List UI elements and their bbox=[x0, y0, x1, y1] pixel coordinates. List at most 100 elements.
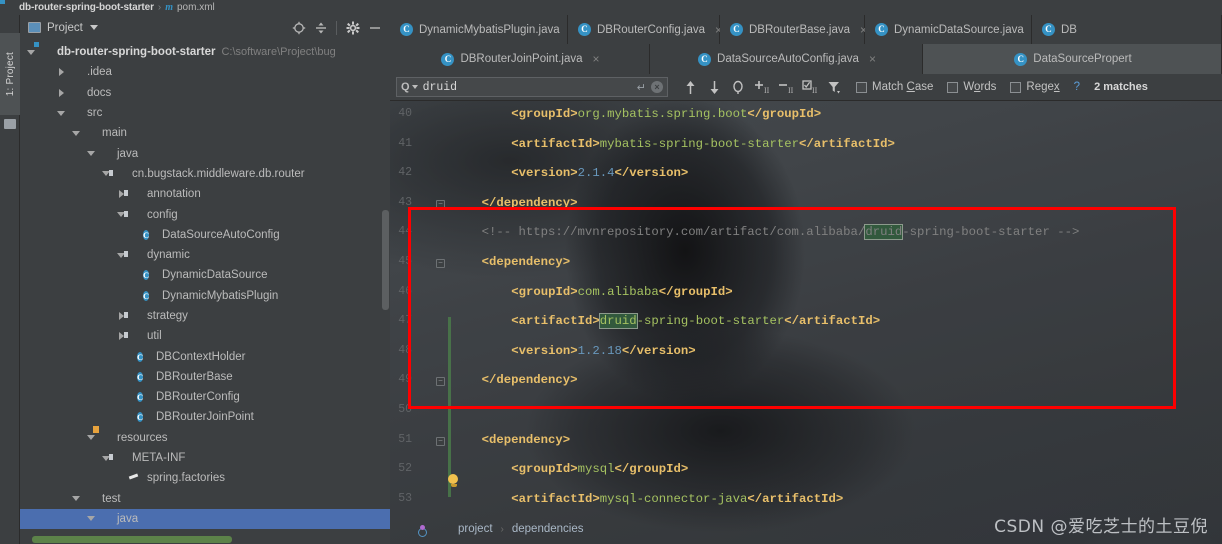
tree-node-java-test[interactable]: java bbox=[20, 508, 390, 530]
tree-node-annotation[interactable]: annotation bbox=[20, 184, 390, 204]
editor-tab-datasourcepropert[interactable]: C DataSourcePropert bbox=[923, 44, 1222, 74]
close-tab-icon[interactable]: × bbox=[869, 52, 876, 66]
hide-panel-icon[interactable] bbox=[365, 18, 384, 37]
folder-icon bbox=[83, 127, 97, 139]
select-all-icon[interactable]: II bbox=[798, 75, 822, 99]
breadcrumb-item-project[interactable]: project bbox=[458, 523, 493, 535]
code-token: <groupId> bbox=[511, 107, 578, 121]
chevron-down-icon[interactable] bbox=[56, 108, 67, 119]
editor-tab-dynamicmybatisplugin-java[interactable]: CDynamicMybatisPlugin.java× bbox=[390, 15, 577, 44]
chevron-down-icon[interactable] bbox=[26, 47, 37, 58]
fold-marker-icon[interactable]: − bbox=[436, 436, 445, 446]
find-previous-icon[interactable] bbox=[678, 75, 702, 99]
checkbox-box[interactable] bbox=[947, 81, 959, 93]
find-bar: Q druid ↵ × II II II Match Case Words Re… bbox=[390, 74, 1222, 101]
tree-node-spring-factories[interactable]: spring.factories bbox=[20, 468, 390, 488]
checkbox-words[interactable]: Words bbox=[947, 81, 996, 93]
fold-marker-icon[interactable]: − bbox=[436, 259, 445, 268]
tree-node-label: java bbox=[117, 512, 139, 525]
code-token: <dependency> bbox=[481, 432, 571, 447]
chevron-down-icon[interactable] bbox=[71, 128, 82, 139]
code-line-40: <groupId>org.mybatis.spring.boot</groupI… bbox=[511, 107, 821, 121]
add-occurrence-icon[interactable]: II bbox=[750, 75, 774, 99]
editor-tab-dynamicdatasource-java[interactable]: CDynamicDataSource.java× bbox=[865, 15, 1041, 44]
clear-search-icon[interactable]: × bbox=[651, 81, 663, 93]
collapse-all-icon[interactable] bbox=[311, 18, 330, 37]
tree-node-test[interactable]: test bbox=[20, 489, 390, 509]
tree-node-datasourceautoconfig[interactable]: C DataSourceAutoConfig bbox=[20, 225, 390, 245]
tree-node-dynamicmybatisplugin[interactable]: C DynamicMybatisPlugin bbox=[20, 286, 390, 306]
filter-icon[interactable] bbox=[822, 75, 846, 99]
tree-node-src[interactable]: src bbox=[20, 103, 390, 123]
checkbox-match-case[interactable]: Match Case bbox=[856, 81, 933, 93]
package-icon bbox=[128, 310, 142, 322]
breadcrumb-item-dependencies[interactable]: dependencies bbox=[512, 523, 584, 535]
search-history-chevron-icon[interactable] bbox=[411, 85, 418, 89]
chevron-down-icon[interactable] bbox=[86, 148, 97, 159]
select-all-occurrences-icon[interactable] bbox=[726, 75, 750, 99]
tree-node-strategy[interactable]: strategy bbox=[20, 306, 390, 326]
tree-node-meta-inf[interactable]: META-INF bbox=[20, 448, 390, 468]
source-folder-icon bbox=[98, 148, 112, 160]
editor-tab-label: DB bbox=[1061, 23, 1077, 36]
tree-node-package-root[interactable]: cn.bugstack.middleware.db.router bbox=[20, 164, 390, 184]
folder-icon bbox=[68, 87, 82, 99]
chevron-down-icon[interactable] bbox=[86, 513, 97, 524]
package-icon bbox=[128, 330, 142, 342]
tree-node-java-main[interactable]: java bbox=[20, 143, 390, 163]
fold-marker-icon[interactable]: − bbox=[436, 199, 445, 209]
line-number: 44 bbox=[398, 225, 412, 239]
editor-tab-datasourceautoconfig-java[interactable]: C DataSourceAutoConfig.java × bbox=[650, 44, 923, 74]
code-line-49: </dependency> bbox=[482, 373, 578, 387]
regex-help-icon[interactable]: ? bbox=[1074, 81, 1080, 93]
chevron-right-icon[interactable] bbox=[56, 87, 67, 98]
search-input[interactable]: Q druid ↵ × bbox=[396, 77, 668, 97]
chevron-down-icon[interactable] bbox=[71, 493, 82, 504]
tree-node-dbrouterjoinpoint[interactable]: C DBRouterJoinPoint bbox=[20, 407, 390, 427]
folder-icon bbox=[83, 493, 97, 505]
tool-window-button-project[interactable]: 1: Project bbox=[0, 33, 20, 115]
code-token: </artifactId> bbox=[784, 314, 881, 329]
locate-icon[interactable] bbox=[289, 18, 308, 37]
checkbox-box[interactable] bbox=[1010, 81, 1022, 93]
project-horizontal-scrollbar[interactable] bbox=[32, 536, 232, 543]
code-line-46: <groupId>com.alibaba</groupId> bbox=[511, 285, 732, 299]
line-number: 41 bbox=[398, 136, 412, 150]
chevron-down-icon[interactable] bbox=[89, 25, 98, 30]
tree-node-docs[interactable]: docs bbox=[20, 83, 390, 103]
chevron-down-icon[interactable] bbox=[86, 432, 97, 443]
structure-icon[interactable] bbox=[4, 119, 16, 129]
editor-tab-dbrouterconfig-java[interactable]: C DBRouterConfig.java × bbox=[568, 15, 722, 44]
fold-marker-icon[interactable]: − bbox=[436, 377, 445, 387]
tree-node-dbcontextholder[interactable]: C DBContextHolder bbox=[20, 346, 390, 366]
tree-node-config[interactable]: config bbox=[20, 204, 390, 224]
checkbox-regex[interactable]: Regex bbox=[1010, 81, 1060, 93]
tree-node-dbrouterbase[interactable]: C DBRouterBase bbox=[20, 367, 390, 387]
editor-gutter[interactable]: 40 41 42 43 44 45 46 47 48 49 50 51 52 53 − − − − bbox=[390, 101, 452, 544]
code-editor[interactable]: 40 41 42 43 44 45 46 47 48 49 50 51 52 53 − − − − <groupI… bbox=[390, 101, 1222, 544]
line-number: 45 bbox=[398, 255, 412, 268]
tree-node-resources[interactable]: resources bbox=[20, 428, 390, 448]
checkbox-box[interactable] bbox=[856, 81, 867, 93]
find-next-icon[interactable] bbox=[702, 75, 726, 99]
tree-node-root[interactable]: db-router-spring-boot-starter C:\softwar… bbox=[20, 42, 390, 62]
code-token: com.alibaba bbox=[577, 284, 659, 299]
settings-gear-icon[interactable] bbox=[343, 18, 362, 37]
tree-node-dynamicdatasource[interactable]: C DynamicDataSource bbox=[20, 265, 390, 285]
project-tool-window: Project db-router-spring-boot-starter C:… bbox=[20, 15, 390, 544]
editor-tab-dbrouterbase-java[interactable]: C DBRouterBase.java × bbox=[720, 15, 867, 44]
tree-node-idea[interactable]: .idea bbox=[20, 62, 390, 82]
tree-node-dynamic[interactable]: dynamic bbox=[20, 245, 390, 265]
enter-icon[interactable]: ↵ bbox=[637, 81, 646, 94]
remove-occurrence-icon[interactable]: II bbox=[774, 75, 798, 99]
close-tab-icon[interactable]: × bbox=[593, 52, 600, 66]
editor-tab-dbrouterjoinpoint-java[interactable]: C DBRouterJoinPoint.java × bbox=[390, 44, 650, 74]
tree-node-util[interactable]: util bbox=[20, 326, 390, 346]
code-token: mybatis-spring-boot-starter bbox=[599, 136, 799, 151]
project-scrollbar[interactable] bbox=[382, 210, 389, 310]
editor-tab-db[interactable]: C DB bbox=[1032, 15, 1222, 44]
tree-node-main[interactable]: main bbox=[20, 123, 390, 143]
tree-node-dbrouterconfig[interactable]: C DBRouterConfig bbox=[20, 387, 390, 407]
chevron-right-icon[interactable] bbox=[56, 67, 67, 78]
java-class-icon: C bbox=[1014, 52, 1028, 66]
